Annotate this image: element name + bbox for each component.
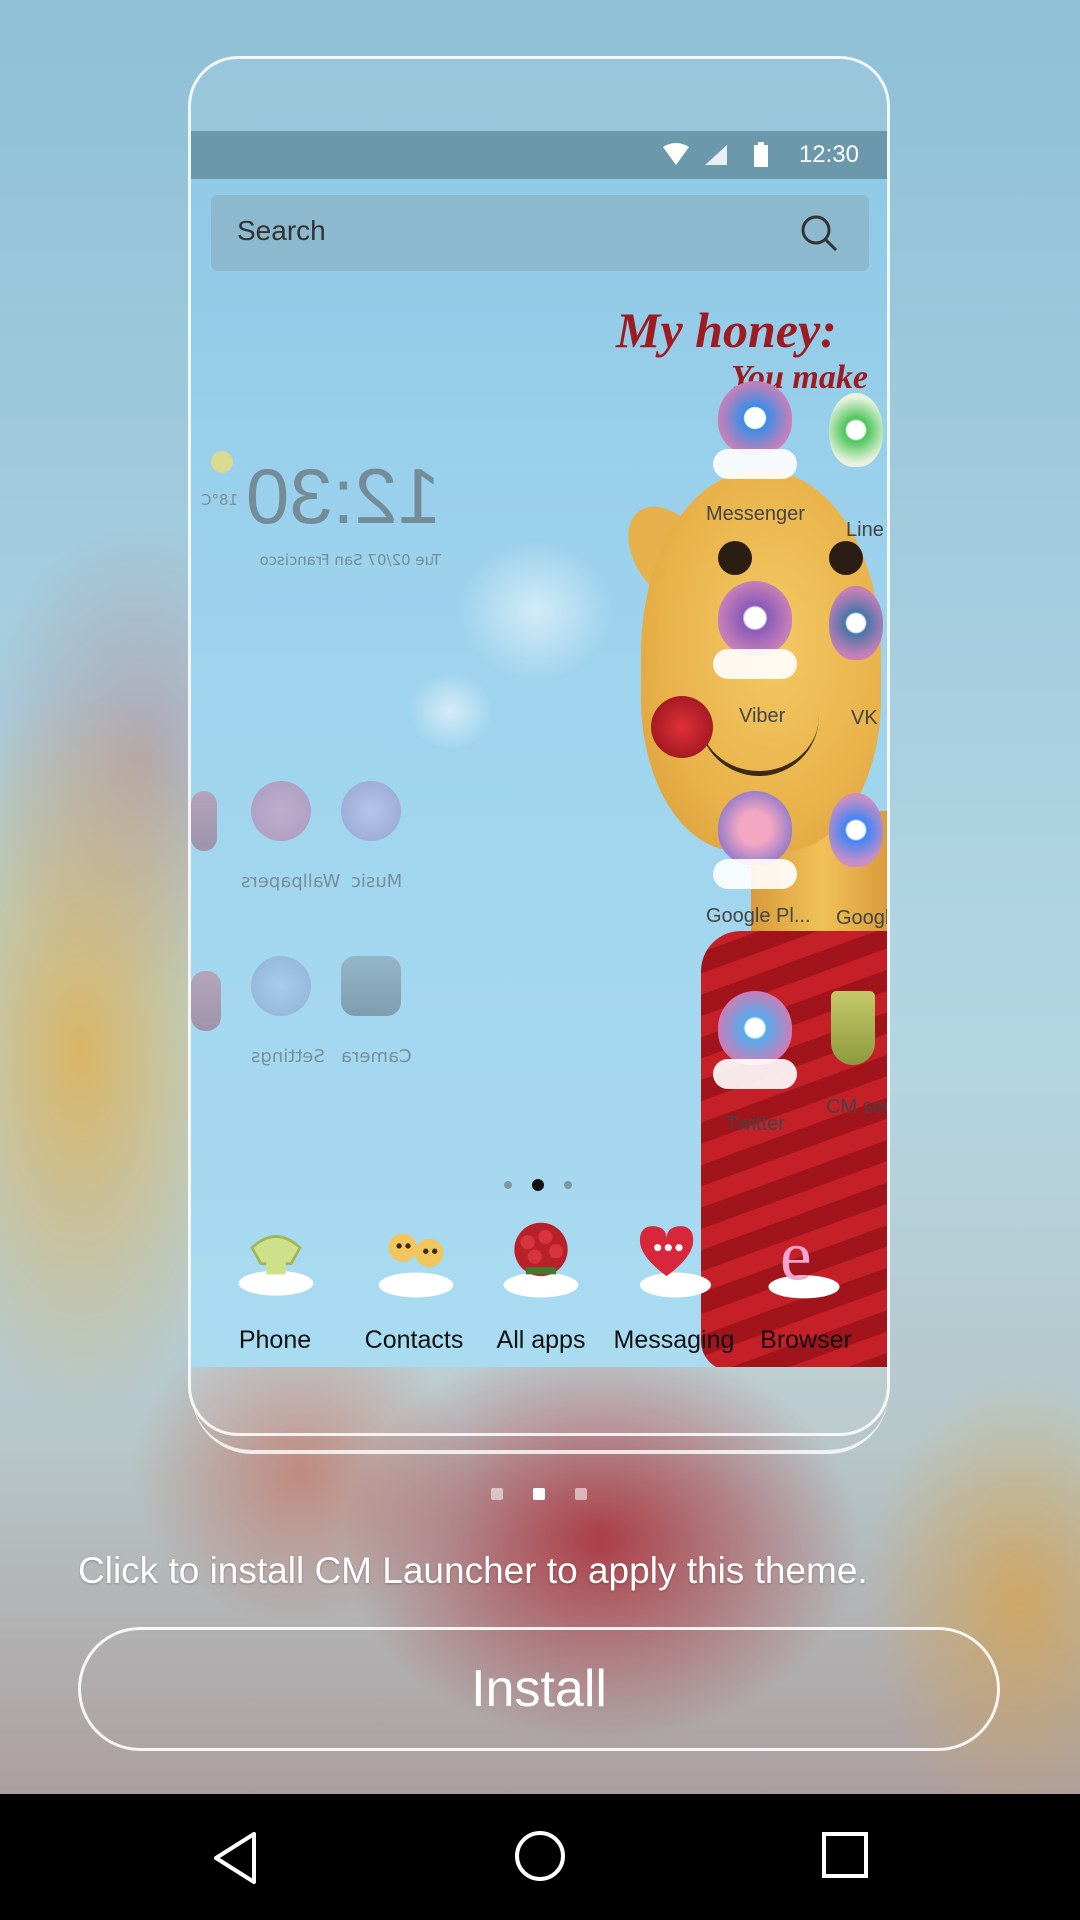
recents-icon[interactable] <box>820 1830 870 1882</box>
icon-label-camera: Camera <box>341 1046 412 1067</box>
cloud <box>713 1059 797 1089</box>
cloud <box>713 449 797 479</box>
rose-icon <box>651 696 713 758</box>
search-icon <box>801 215 838 252</box>
all-apps-icon <box>503 1222 579 1298</box>
preview-search-box: Search <box>211 195 869 271</box>
status-time: 12:30 <box>798 141 859 168</box>
clock-time: 12:30 <box>245 452 441 540</box>
dock-label-messaging: Messaging <box>613 1326 735 1354</box>
giraffe-eye <box>718 541 752 575</box>
dock-label-phone: Phone <box>238 1326 312 1354</box>
browser-icon: e <box>768 1221 840 1299</box>
svg-text:e: e <box>780 1221 812 1296</box>
viber-icon <box>718 581 792 655</box>
clock-widget: 12:30 Tue 02/07 San Francisco <box>241 451 441 581</box>
icon-label-settings: Settings <box>251 1046 325 1067</box>
flower-icon <box>251 781 311 841</box>
wallpaper-title: My honey: <box>616 302 837 358</box>
install-instruction-text: Click to install CM Launcher to apply th… <box>78 1550 868 1591</box>
giraffe-eye <box>829 541 863 575</box>
market-icon <box>191 791 217 851</box>
signal-icon <box>705 145 727 165</box>
messenger-icon <box>718 381 792 455</box>
app-label-messenger: Messenger <box>706 503 805 525</box>
home-page-dot <box>504 1181 512 1189</box>
app-label-google-play: Google Pl... <box>706 905 811 927</box>
wifi-icon <box>663 143 689 165</box>
camera-icon <box>341 956 401 1016</box>
app-label-google: Google <box>836 907 887 929</box>
battery-icon <box>754 142 768 167</box>
sun-icon <box>211 451 233 473</box>
search-placeholder: Search <box>237 215 326 246</box>
phone-icon <box>238 1235 314 1296</box>
twitter-icon <box>718 991 792 1065</box>
app-label-line: Line <box>846 519 884 541</box>
google-icon <box>829 793 883 867</box>
weather-temp: 18°C <box>201 491 239 509</box>
cloud <box>713 649 797 679</box>
theme-preview-screen: 12:30 Search My honey: You make 18°C 12:… <box>191 131 887 1367</box>
messaging-icon <box>639 1226 711 1298</box>
play-store-icon <box>718 791 792 865</box>
home-page-dot <box>564 1181 572 1189</box>
gear-icon <box>251 956 311 1016</box>
home-page-dot-active <box>532 1179 544 1191</box>
dock-label-browser: Browser <box>760 1326 852 1354</box>
cloud <box>713 859 797 889</box>
line-icon <box>829 393 883 467</box>
icon-label-music: Music <box>351 871 403 892</box>
system-navigation-bar <box>0 1794 1080 1920</box>
app-label-cm-security: CM secu... <box>826 1096 887 1118</box>
favorites-icon <box>191 971 221 1031</box>
phone-mockup-base <box>192 1360 888 1454</box>
install-button[interactable]: Install <box>78 1627 1000 1751</box>
preview-pager-dot[interactable] <box>491 1488 503 1500</box>
headphones-icon <box>341 781 401 841</box>
dock-label-contacts: Contacts <box>364 1326 464 1354</box>
app-label-vk: VK <box>851 707 878 729</box>
shield-icon <box>831 991 875 1065</box>
preview-pager-dot[interactable] <box>575 1488 587 1500</box>
app-label-viber: Viber <box>739 705 786 727</box>
contacts-icon <box>378 1233 454 1298</box>
app-label-twitter: Twitter <box>726 1113 785 1135</box>
clock-date: Tue 02/07 San Francisco <box>259 551 441 569</box>
vk-icon <box>829 586 883 660</box>
back-icon[interactable] <box>210 1830 260 1886</box>
icon-label-wallpapers: Wallpapers <box>241 871 341 892</box>
preview-pager-dot-active[interactable] <box>533 1488 545 1500</box>
home-icon[interactable] <box>512 1828 568 1884</box>
status-bar: 12:30 <box>191 131 887 179</box>
dock-label-all-apps: All apps <box>496 1326 586 1354</box>
